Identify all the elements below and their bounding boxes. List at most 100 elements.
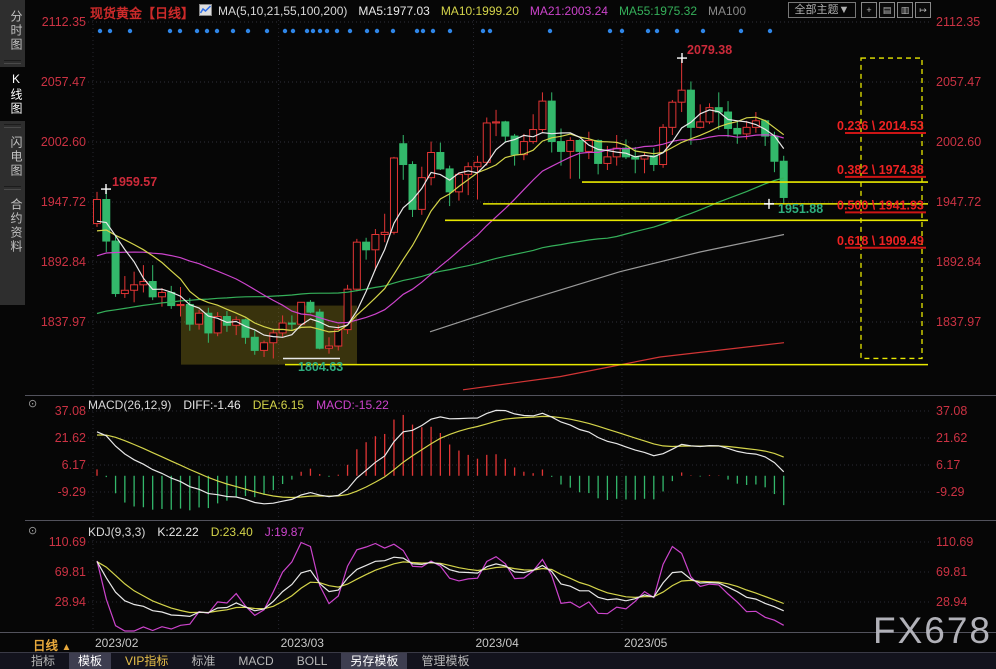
- sidebar-item-2[interactable]: 闪电图: [0, 131, 25, 183]
- crosshair-icon[interactable]: +: [861, 2, 877, 18]
- candle-body: [158, 292, 165, 296]
- candle-body: [474, 162, 481, 166]
- symbol-title: 现货黄金【日线】: [90, 3, 194, 22]
- price-axis-label: 1947.72: [41, 195, 86, 209]
- price-axis-label: 1947.72: [936, 195, 981, 209]
- price-annotation-0: 1959.57: [112, 175, 157, 189]
- macd-header-part-0: MACD(26,12,9): [88, 398, 171, 412]
- candle-body: [196, 313, 203, 324]
- cross-marker: [764, 199, 774, 209]
- event-dot: [448, 29, 452, 33]
- macd-axis-label: 37.08: [55, 404, 86, 418]
- sidebar-item-1[interactable]: K线图: [0, 67, 25, 121]
- kdj-header-part-1: K:22.22: [157, 525, 198, 539]
- price-annotation-2: 1951.88: [778, 202, 823, 216]
- kdj-header-part-0: KDJ(9,3,3): [88, 525, 145, 539]
- macd-header: MACD(26,12,9)DIFF:-1.46DEA:6.15MACD:-15.…: [88, 398, 401, 412]
- sidebar: 分时图 K线图闪电图合约资料: [0, 0, 25, 305]
- tab-5[interactable]: BOLL: [288, 653, 337, 669]
- candle-body: [168, 292, 175, 305]
- tab-6[interactable]: 另存模板: [341, 653, 407, 669]
- event-dot: [655, 29, 659, 33]
- collapse-right-icon[interactable]: ↦: [915, 2, 931, 18]
- fib-label-2: 0.500 \ 1941.93: [837, 198, 924, 212]
- event-dot: [739, 29, 743, 33]
- kdj-header-part-2: D:23.40: [211, 525, 253, 539]
- event-dot: [108, 29, 112, 33]
- candle-body: [437, 152, 444, 168]
- macd-panel-icon[interactable]: ⊙: [28, 397, 37, 410]
- candle-body: [502, 122, 509, 136]
- candle-body: [576, 140, 583, 151]
- fib-label-3: 0.618 \ 1909.49: [837, 234, 924, 248]
- event-dot: [415, 29, 419, 33]
- layout-grid-icon[interactable]: ▤: [879, 2, 895, 18]
- event-dot: [291, 29, 295, 33]
- macd-axis-label: 21.62: [936, 431, 967, 445]
- event-dot: [325, 29, 329, 33]
- macd-header-part-2: DEA:6.15: [253, 398, 304, 412]
- candle-body: [353, 242, 360, 289]
- tab-2[interactable]: VIP指标: [116, 653, 177, 669]
- event-dot: [128, 29, 132, 33]
- candle-body: [539, 101, 546, 129]
- event-dot: [335, 29, 339, 33]
- candle-body: [279, 323, 286, 333]
- price-axis-label: 2057.47: [41, 75, 86, 89]
- kdj-header: KDJ(9,3,3)K:22.22D:23.40J:19.87: [88, 525, 316, 539]
- event-dot: [620, 29, 624, 33]
- price-annotation-1: 2079.38: [687, 43, 732, 57]
- event-dot: [178, 29, 182, 33]
- candle-body: [390, 158, 397, 232]
- cross-marker: [677, 53, 687, 63]
- tab-0[interactable]: 指标: [22, 653, 64, 669]
- theme-dropdown[interactable]: 全部主题▼: [788, 2, 856, 18]
- event-dot: [701, 29, 705, 33]
- kdj-axis-label: 28.94: [55, 595, 86, 609]
- price-axis-label: 2002.60: [41, 135, 86, 149]
- event-dot: [231, 29, 235, 33]
- candle-body: [94, 200, 101, 224]
- candle-body: [697, 122, 704, 127]
- layout-columns-icon[interactable]: ▥: [897, 2, 913, 18]
- candle-body: [335, 330, 342, 346]
- event-dot: [205, 29, 209, 33]
- candle-body: [288, 323, 295, 324]
- bottom-tab-bar: 指标模板 VIP指标标准 MACD BOLL另存模板管理模板: [0, 652, 996, 669]
- event-dot: [348, 29, 352, 33]
- candle-body: [493, 122, 500, 123]
- event-dot: [311, 29, 315, 33]
- trading-app-window: 0.236 \ 2014.530.382 \ 1974.380.500 \ 19…: [0, 0, 996, 669]
- price-axis-label: 2112.35: [42, 15, 86, 29]
- event-dot: [768, 29, 772, 33]
- tab-3[interactable]: 标准: [182, 653, 224, 669]
- candle-body: [131, 285, 138, 290]
- event-dot: [168, 29, 172, 33]
- tab-7[interactable]: 管理模板: [412, 653, 478, 669]
- event-dot: [265, 29, 269, 33]
- macd-header-part-3: MACD:-15.22: [316, 398, 389, 412]
- candle-body: [780, 161, 787, 197]
- candle-body: [344, 289, 351, 329]
- tab-1[interactable]: 模板: [69, 653, 111, 669]
- ma-legend-item-5: MA100: [708, 4, 746, 18]
- date-label-3: 2023/05: [624, 636, 667, 650]
- kdj-axis-label: 110.69: [49, 535, 86, 549]
- ma-legend: MA(5,10,21,55,100,200)MA5:1977.03MA10:19…: [218, 4, 757, 18]
- kdj-panel-icon[interactable]: ⊙: [28, 524, 37, 537]
- ma-legend-item-3: MA21:2003.24: [530, 4, 608, 18]
- watermark: FX678: [873, 610, 992, 652]
- ma-legend-item-1: MA5:1977.03: [358, 4, 429, 18]
- macd-axis-label: 6.17: [936, 458, 960, 472]
- event-dot: [548, 29, 552, 33]
- chart-canvas[interactable]: 0.236 \ 2014.530.382 \ 1974.380.500 \ 19…: [0, 0, 996, 669]
- sidebar-item-3[interactable]: 合约资料: [0, 193, 25, 259]
- event-dot: [98, 29, 102, 33]
- candle-body: [270, 333, 277, 343]
- tab-4[interactable]: MACD: [229, 653, 282, 669]
- event-dot: [608, 29, 612, 33]
- sidebar-item-0[interactable]: 分时图: [0, 5, 25, 57]
- candle-body: [326, 346, 333, 348]
- kdj-axis-label: 69.81: [55, 565, 86, 579]
- event-dot: [375, 29, 379, 33]
